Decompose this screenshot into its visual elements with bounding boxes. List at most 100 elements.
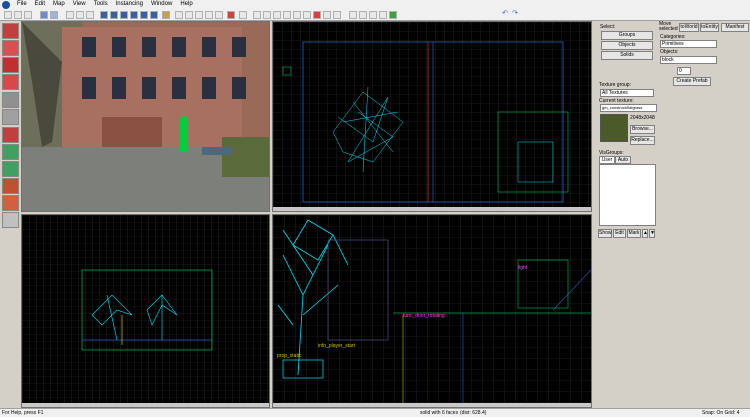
view-wire-icon[interactable] — [120, 11, 128, 19]
texture-icon[interactable] — [162, 11, 170, 19]
entity-report-icon[interactable] — [389, 11, 397, 19]
view-textured-icon[interactable] — [130, 11, 138, 19]
clip-icon[interactable] — [293, 11, 301, 19]
create-prefab-button[interactable]: Create Prefab — [673, 77, 711, 86]
save-icon[interactable] — [24, 11, 32, 19]
camera-3d-view[interactable] — [21, 21, 270, 212]
texture-group-select[interactable]: All Textures — [600, 89, 654, 97]
main-toolbar: ↶ ↷ — [0, 9, 750, 21]
snap-icon[interactable] — [239, 11, 247, 19]
hide-icon[interactable] — [195, 11, 203, 19]
cubemap-icon[interactable] — [369, 11, 377, 19]
menu-file[interactable]: File — [13, 0, 31, 9]
manifest-button[interactable]: Manifest — [721, 23, 749, 32]
view-3d-icon[interactable] — [110, 11, 118, 19]
lock-texture-icon[interactable] — [263, 11, 271, 19]
groups-button[interactable]: Groups — [601, 31, 653, 40]
apply-texture-icon[interactable] — [2, 127, 19, 143]
paste-icon[interactable] — [86, 11, 94, 19]
move-selected-label: Move selected — [659, 21, 678, 32]
to-entity-button[interactable]: toEntity — [700, 23, 719, 32]
grid-icon[interactable] — [50, 11, 58, 19]
menu-map[interactable]: Map — [49, 0, 69, 9]
select-all-icon[interactable] — [253, 11, 261, 19]
front-view-canvas — [22, 215, 269, 407]
overlay-tool-icon[interactable] — [2, 161, 19, 177]
decal-icon[interactable] — [313, 11, 321, 19]
vertex-icon[interactable] — [283, 11, 291, 19]
block-tool-icon[interactable] — [2, 92, 19, 108]
carve-icon[interactable] — [215, 11, 223, 19]
to-world-button[interactable]: toWorld — [679, 23, 699, 32]
unhide-icon[interactable] — [205, 11, 213, 19]
front-2d-view[interactable] — [21, 214, 270, 408]
menu-window[interactable]: Window — [147, 0, 176, 9]
clip-tool-icon[interactable] — [2, 178, 19, 194]
replace-button[interactable]: Replace... — [630, 136, 655, 145]
down-arrow-icon[interactable]: ▼ — [649, 229, 655, 238]
cm-icon[interactable] — [379, 11, 387, 19]
objects-label: Objects: — [660, 49, 679, 55]
status-selection: solid with 6 faces — [420, 410, 459, 416]
select-tool-icon[interactable] — [2, 23, 19, 39]
new-icon[interactable] — [4, 11, 12, 19]
camera-scene — [22, 22, 269, 211]
up-arrow-icon[interactable]: ▲ — [642, 229, 648, 238]
stop-icon[interactable] — [227, 11, 235, 19]
open-icon[interactable] — [14, 11, 22, 19]
view-flat-icon[interactable] — [150, 11, 158, 19]
tab-auto[interactable]: Auto — [615, 156, 631, 164]
status-snap: Snap: On Grid: 4 — [702, 410, 740, 416]
cut-icon[interactable] — [66, 11, 74, 19]
objects-button[interactable]: Objects — [601, 41, 653, 50]
vertex-tool-icon[interactable] — [2, 195, 19, 211]
mark-button[interactable]: Mark — [627, 229, 641, 238]
menu-view[interactable]: View — [69, 0, 90, 9]
entity-tool-icon[interactable] — [2, 74, 19, 90]
side-view-canvas — [273, 215, 591, 407]
browse-button[interactable]: Browse... — [630, 125, 655, 134]
prefab-panel: Move selected toWorld toEntity Manifest … — [657, 21, 750, 408]
flip-icon[interactable] — [303, 11, 311, 19]
visgroups-list[interactable] — [599, 164, 656, 226]
tab-user[interactable]: User — [599, 156, 615, 164]
menu-help[interactable]: Help — [176, 0, 196, 9]
sprite-icon[interactable] — [333, 11, 341, 19]
menu-tools[interactable]: Tools — [90, 0, 112, 9]
edit-button[interactable]: Edit — [613, 229, 626, 238]
solids-button[interactable]: Solids — [601, 51, 653, 60]
decal-tool-icon[interactable] — [2, 144, 19, 160]
copy-icon[interactable] — [76, 11, 84, 19]
menu-edit[interactable]: Edit — [31, 0, 49, 9]
texture-preview — [600, 114, 628, 142]
undo-icon[interactable]: ↶ — [501, 10, 509, 19]
texture-group-label: Texture group: — [599, 82, 631, 88]
view-lit-icon[interactable] — [140, 11, 148, 19]
door-entity-label: func_door_rotating — [403, 313, 445, 319]
side-2d-view[interactable]: func_door_rotating info_player_start pro… — [272, 214, 592, 408]
status-help: For Help, press F1 — [2, 410, 44, 416]
camera-tool-icon[interactable] — [2, 57, 19, 73]
align-icon[interactable] — [273, 11, 281, 19]
prop-entity-label: prop_static — [277, 353, 302, 359]
top-2d-view[interactable] — [272, 21, 592, 212]
left-tool-palette — [0, 21, 21, 417]
view-2d-icon[interactable] — [100, 11, 108, 19]
current-texture-select[interactable]: gm_construct/flatgrass — [600, 104, 657, 112]
camera-icon[interactable] — [40, 11, 48, 19]
overlay-icon[interactable] — [323, 11, 331, 19]
categories-select[interactable]: Primitives — [660, 40, 717, 48]
faces-field[interactable]: 0 — [677, 67, 691, 75]
group-icon[interactable] — [175, 11, 183, 19]
menu-instancing[interactable]: Instancing — [112, 0, 147, 9]
compile-icon[interactable] — [349, 11, 357, 19]
show-button[interactable]: Show — [598, 229, 612, 238]
select-label: Select: — [600, 24, 616, 30]
run-icon[interactable] — [359, 11, 367, 19]
magnify-tool-icon[interactable] — [2, 40, 19, 56]
redo-icon[interactable]: ↷ — [511, 10, 519, 19]
ungroup-icon[interactable] — [185, 11, 193, 19]
texture-tool-icon[interactable] — [2, 109, 19, 125]
objects-select[interactable]: block — [660, 56, 717, 64]
path-tool-icon[interactable] — [2, 212, 19, 228]
